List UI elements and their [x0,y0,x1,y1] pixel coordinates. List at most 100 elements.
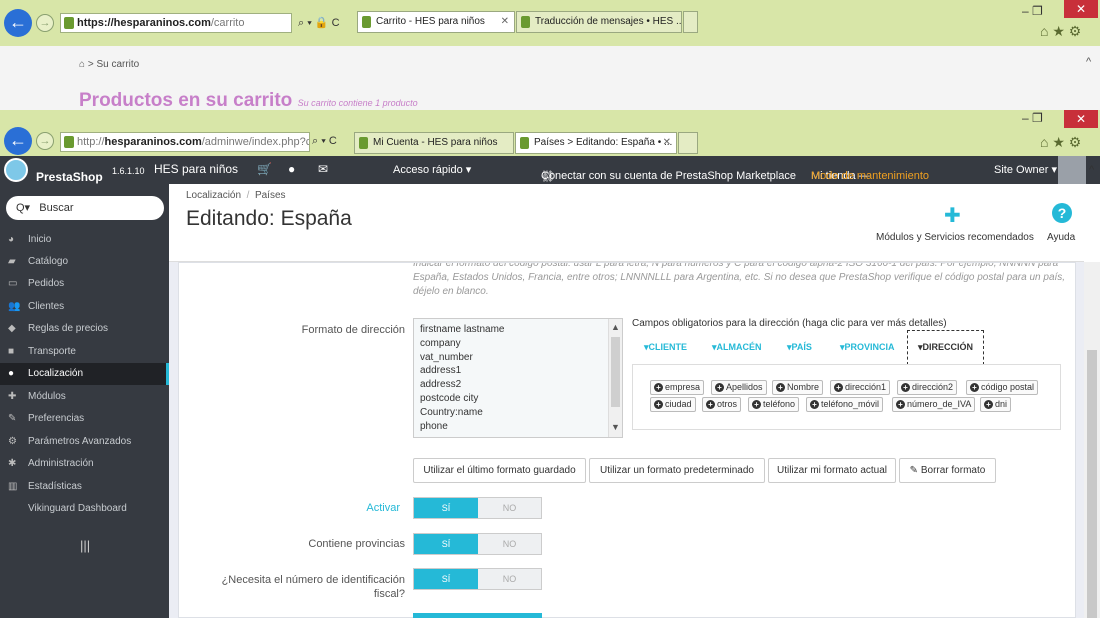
field-chip[interactable]: dni [980,397,1012,412]
active-switch[interactable]: SÍ NO [413,497,542,519]
field-chip[interactable]: otros [702,397,742,412]
close-tab-icon[interactable]: ✕ [501,12,509,32]
field-chip[interactable]: dirección2 [897,380,958,395]
field-chip[interactable]: empresa [650,380,705,395]
breadcrumb: Localización / Países [186,190,286,201]
forward-arrow-icon[interactable]: → [36,14,54,32]
tab-provincia[interactable]: ▾PROVINCIA [840,333,895,365]
close-tab-icon[interactable]: ✕ [663,133,671,153]
scroll-up-icon[interactable]: ^ [1086,56,1091,68]
address-controls[interactable]: ⌕ ▾ 🔒 C [298,16,340,30]
tab-almacen[interactable]: ▾ALMACÉN [712,333,762,365]
mail-icon[interactable]: ✉ [318,162,328,176]
user-menu[interactable]: Site Owner ▾ [994,163,1057,176]
address-format-textarea[interactable]: firstname lastname company vat_number ad… [413,318,623,438]
toolbar-icons[interactable]: ⌂ ★ ⚙ [1040,23,1081,40]
favicon-icon [359,137,368,149]
field-chip[interactable]: ciudad [650,397,696,412]
address-bar[interactable]: http://hesparaninos.com/adminwe/index.ph… [60,132,310,152]
field-chip[interactable]: dirección1 [830,380,891,395]
breadcrumb-item[interactable]: Su carrito [96,59,139,70]
close-window-button[interactable]: ✕ [1064,0,1098,18]
tab-paises[interactable]: Países > Editando: España • ... ✕ [515,132,677,154]
switch-no[interactable]: NO [478,498,541,518]
switch-yes[interactable]: SÍ [414,569,478,589]
address-bar[interactable]: https://hesparaninos.com/carrito [60,13,292,33]
window-controls[interactable]: – ❐ [1022,111,1043,125]
forward-arrow-icon[interactable]: → [36,132,54,150]
window-controls[interactable]: – ❐ [1022,4,1043,18]
back-arrow-icon[interactable]: ← [4,127,32,155]
modules-link[interactable]: Módulos y Servicios recomendados [876,232,1034,243]
sidebar-item-label: Estadísticas [28,481,82,492]
new-tab-button[interactable] [678,132,698,154]
switch-no[interactable]: NO [478,534,541,554]
search-icon[interactable]: Q▾ [16,202,30,214]
sidebar-item-pedidos[interactable]: ▭ Pedidos [0,273,169,295]
use-current-format-button[interactable]: Utilizar mi formato actual [768,458,896,483]
prestashop-logo-icon[interactable] [4,158,28,182]
use-last-saved-format-button[interactable]: Utilizar el último formato guardado [413,458,586,483]
clear-format-button[interactable]: ✎ Borrar formato [899,458,996,483]
tab-direccion[interactable]: ▾DIRECCIÓN [907,330,985,365]
chevron-up-icon[interactable]: ▲ [611,321,620,335]
sidebar-item-clientes[interactable]: 👥 Clientes [0,296,169,318]
quick-access-menu[interactable]: Acceso rápido ▾ [393,163,471,176]
field-chip[interactable]: Nombre [772,380,824,395]
textarea-scrollbar[interactable]: ▲ ▼ [608,319,622,437]
tab-traduccion[interactable]: Traducción de mensajes • HES ... [516,11,682,33]
field-chip[interactable]: teléfono [748,397,800,412]
sidebar-item-catalogo[interactable]: ▰ Catálogo [0,251,169,273]
scroll-up-icon[interactable]: ^ [1089,164,1094,176]
sidebar-item-estadisticas[interactable]: ▥ Estadísticas [0,476,169,498]
field-chip[interactable]: Apellidos [711,380,767,395]
sidebar-item-administracion[interactable]: ✱ Administración [0,453,169,475]
use-default-format-button[interactable]: Utilizar un formato predeterminado [589,458,765,483]
field-chip[interactable]: código postal [966,380,1039,395]
sidebar-toggle-icon[interactable]: ||| [80,538,90,553]
sidebar-item-localizacion[interactable]: ● Localización [0,363,169,385]
avatar[interactable] [1058,156,1086,184]
next-switch-partial[interactable] [413,613,542,618]
switch-no[interactable]: NO [478,569,541,589]
field-chip[interactable]: número_de_IVA [892,397,976,412]
tab-carrito[interactable]: Carrito - HES para niños ✕ [357,11,515,33]
tab-cliente[interactable]: ▾CLIENTE [644,333,687,365]
chevron-down-icon[interactable]: ▼ [611,421,620,435]
field-chip[interactable]: teléfono_móvil [806,397,884,412]
help-icon[interactable]: ? [1052,203,1072,223]
sidebar-item-transporte[interactable]: ■ Transporte [0,341,169,363]
sidebar-item-reglas[interactable]: ◆ Reglas de precios [0,318,169,340]
switch-yes[interactable]: SÍ [414,534,478,554]
contains-states-switch[interactable]: SÍ NO [413,533,542,555]
close-window-button[interactable]: ✕ [1064,110,1098,128]
cart-icon[interactable]: 🛒 [257,162,272,176]
needs-tax-id-switch[interactable]: SÍ NO [413,568,542,590]
sidebar-item-preferencias[interactable]: ✎ Preferencias [0,408,169,430]
puzzle-icon[interactable]: ✚ [944,203,961,228]
tab-pais[interactable]: ▾PAÍS [787,333,812,365]
dashboard-icon: ◕ [8,234,15,245]
sidebar-item-modulos[interactable]: ✚ Módulos [0,386,169,408]
shop-name-link[interactable]: HES para niños [154,162,238,176]
back-arrow-icon[interactable]: ← [4,9,32,37]
sidebar-item-parametros[interactable]: ⚙ Parámetros Avanzados [0,431,169,453]
maintenance-mode-label: Modo de mantenimiento [811,170,930,182]
toolbar-icons[interactable]: ⌂ ★ ⚙ [1040,134,1081,151]
search-input[interactable]: Q▾ Buscar [6,196,164,220]
user-icon[interactable]: ● [288,162,295,176]
address-controls[interactable]: ⌕ ▾ C [312,135,337,148]
scrollbar-thumb[interactable] [1087,350,1097,618]
help-link[interactable]: Ayuda [1047,232,1075,243]
sidebar-item-inicio[interactable]: ◕ Inicio [0,229,169,251]
breadcrumb-item[interactable]: Localización [186,190,241,201]
home-icon[interactable]: ⌂ [79,59,85,70]
breadcrumb-item[interactable]: Países [255,190,286,201]
switch-yes[interactable]: SÍ [414,498,478,518]
sidebar-item-vikinguard[interactable]: Vikinguard Dashboard [0,498,169,520]
page-scrollbar[interactable] [1084,262,1100,618]
new-tab-button[interactable] [683,11,698,33]
sidebar-item-label: Preferencias [28,413,85,424]
users-icon: 👥 [8,301,21,312]
tab-mi-cuenta[interactable]: Mi Cuenta - HES para niños [354,132,514,154]
